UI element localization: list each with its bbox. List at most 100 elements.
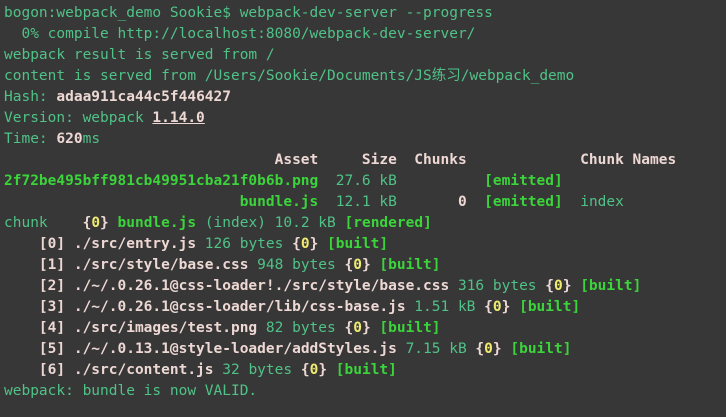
terminal-text-segment: }: [493, 341, 502, 357]
terminal-text-segment: [built]: [379, 257, 440, 273]
terminal-text-segment: {: [292, 236, 301, 252]
terminal-text-segment: [built]: [336, 362, 397, 378]
terminal-text-segment: 0: [353, 257, 362, 273]
terminal-text-segment: 316 bytes: [449, 278, 545, 294]
terminal-line: bundle.js 12.1 kB 0 [emitted] index: [4, 192, 726, 213]
terminal-text-segment: Hash:: [4, 89, 56, 105]
terminal-text-segment: 2f72be495bff981cb49951cba21f0b6b.png: [4, 173, 318, 189]
terminal-text-segment: [6] ./src/content.js: [39, 362, 214, 378]
terminal-text-segment: [571, 278, 580, 294]
terminal-text-segment: {: [484, 299, 493, 315]
terminal-text-segment: }: [100, 215, 109, 231]
terminal-text-segment: bogon:webpack_demo Sookie$ webpack-dev-s…: [4, 5, 493, 21]
terminal-text-segment: {: [475, 341, 484, 357]
terminal-text-segment: [109, 215, 118, 231]
terminal-text-segment: [4, 299, 39, 315]
terminal-cursor-line: [4, 402, 726, 417]
terminal-line: webpack: bundle is now VALID.: [4, 381, 726, 402]
terminal-line: Asset Size Chunks Chunk Names: [4, 150, 726, 171]
terminal-text-segment: [4, 341, 39, 357]
terminal-text-segment: index: [563, 194, 624, 210]
terminal-line: [6] ./src/content.js 32 bytes {0} [built…: [4, 360, 726, 381]
terminal-text-segment: Time:: [4, 131, 56, 147]
terminal-text-segment: [emitted]: [484, 194, 563, 210]
terminal-line: [1] ./src/style/base.css 948 bytes {0} […: [4, 255, 726, 276]
terminal-text-segment: 0: [493, 299, 502, 315]
terminal-line: [2] ./~/.0.26.1@css-loader!./src/style/b…: [4, 276, 726, 297]
terminal-text-segment: 1.51 kB: [406, 299, 485, 315]
terminal-text-segment: {: [83, 215, 92, 231]
terminal-text-segment: [4, 278, 39, 294]
terminal-text-segment: [4] ./src/images/test.png: [39, 320, 257, 336]
terminal-line: 0% compile http://localhost:8080/webpack…: [4, 24, 726, 45]
terminal-text-segment: [built]: [327, 236, 388, 252]
terminal-line: 2f72be495bff981cb49951cba21f0b6b.png 27.…: [4, 171, 726, 192]
terminal-text-segment: 0: [554, 278, 563, 294]
terminal-text-segment: bundle.js: [240, 194, 319, 210]
terminal-text-segment: 7.15 kB: [397, 341, 476, 357]
terminal-text-segment: 0: [301, 236, 310, 252]
terminal-text-segment: 620: [56, 131, 82, 147]
terminal-text-segment: [4, 194, 240, 210]
terminal-text-segment: 1.14.0: [152, 110, 204, 126]
terminal-text-segment: [rendered]: [345, 215, 432, 231]
terminal-text-segment: {: [301, 362, 310, 378]
terminal-text-segment: chunk: [4, 215, 83, 231]
terminal-text-segment: [510, 299, 519, 315]
terminal-text-segment: (index) 10.2 kB: [196, 215, 344, 231]
terminal-text-segment: {: [344, 320, 353, 336]
terminal-text-segment: 0: [458, 194, 467, 210]
terminal-text-segment: {: [344, 257, 353, 273]
terminal-line: webpack result is served from /: [4, 45, 726, 66]
terminal-text-segment: [built]: [580, 278, 641, 294]
terminal-text-segment: 32 bytes: [214, 362, 301, 378]
terminal-text-segment: bundle.js: [118, 215, 197, 231]
terminal-text-segment: 0: [484, 341, 493, 357]
terminal-text-segment: 12.1 kB: [318, 194, 458, 210]
terminal-text-segment: [3] ./~/.0.26.1@css-loader/lib/css-base.…: [39, 299, 406, 315]
terminal-text-segment: 948 bytes: [248, 257, 344, 273]
terminal-text-segment: Version: webpack: [4, 110, 152, 126]
terminal-line: content is served from /Users/Sookie/Doc…: [4, 66, 726, 87]
terminal-line: [3] ./~/.0.26.1@css-loader/lib/css-base.…: [4, 297, 726, 318]
terminal-text-segment: [built]: [519, 299, 580, 315]
terminal-text-segment: {: [545, 278, 554, 294]
terminal-text-segment: webpack result is served from /: [4, 47, 275, 63]
terminal-text-segment: [318, 236, 327, 252]
terminal-text-segment: [4, 362, 39, 378]
terminal-text-segment: 126 bytes: [196, 236, 292, 252]
terminal-text-segment: [4, 257, 39, 273]
terminal-text-segment: 0: [91, 215, 100, 231]
terminal-text-segment: 0% compile http://localhost:8080/webpack…: [4, 26, 475, 42]
terminal-text-segment: [2] ./~/.0.26.1@css-loader!./src/style/b…: [39, 278, 449, 294]
terminal-text-segment: }: [318, 362, 327, 378]
terminal-text-segment: }: [362, 257, 371, 273]
terminal-text-segment: ms: [83, 131, 100, 147]
terminal-text-segment: [4, 320, 39, 336]
terminal-line: Version: webpack 1.14.0: [4, 108, 726, 129]
terminal-window[interactable]: bogon:webpack_demo Sookie$ webpack-dev-s…: [0, 0, 726, 417]
terminal-output: bogon:webpack_demo Sookie$ webpack-dev-s…: [4, 3, 726, 402]
terminal-text-segment: [1] ./src/style/base.css: [39, 257, 249, 273]
terminal-text-segment: webpack: bundle is now VALID.: [4, 383, 257, 399]
terminal-text-segment: Asset Size Chunks Chunk Names: [4, 152, 676, 168]
terminal-text-segment: 82 bytes: [257, 320, 344, 336]
terminal-text-segment: 0: [310, 362, 319, 378]
terminal-text-segment: [4, 236, 39, 252]
terminal-line: [4] ./src/images/test.png 82 bytes {0} […: [4, 318, 726, 339]
terminal-text-segment: }: [362, 320, 371, 336]
terminal-text-segment: 0: [353, 320, 362, 336]
terminal-text-segment: [emitted]: [484, 173, 563, 189]
terminal-text-segment: [0] ./src/entry.js: [39, 236, 196, 252]
terminal-text-segment: [built]: [379, 320, 440, 336]
terminal-line: Time: 620ms: [4, 129, 726, 150]
terminal-text-segment: [built]: [510, 341, 571, 357]
terminal-text-segment: 27.6 kB: [318, 173, 484, 189]
terminal-line: chunk {0} bundle.js (index) 10.2 kB [ren…: [4, 213, 726, 234]
terminal-text-segment: [327, 362, 336, 378]
terminal-line: Hash: adaa911ca44c5f446427: [4, 87, 726, 108]
terminal-line: [0] ./src/entry.js 126 bytes {0} [built]: [4, 234, 726, 255]
terminal-text-segment: content is served from /Users/Sookie/Doc…: [4, 68, 574, 84]
terminal-text-segment: [5] ./~/.0.13.1@style-loader/addStyles.j…: [39, 341, 397, 357]
terminal-line: bogon:webpack_demo Sookie$ webpack-dev-s…: [4, 3, 726, 24]
